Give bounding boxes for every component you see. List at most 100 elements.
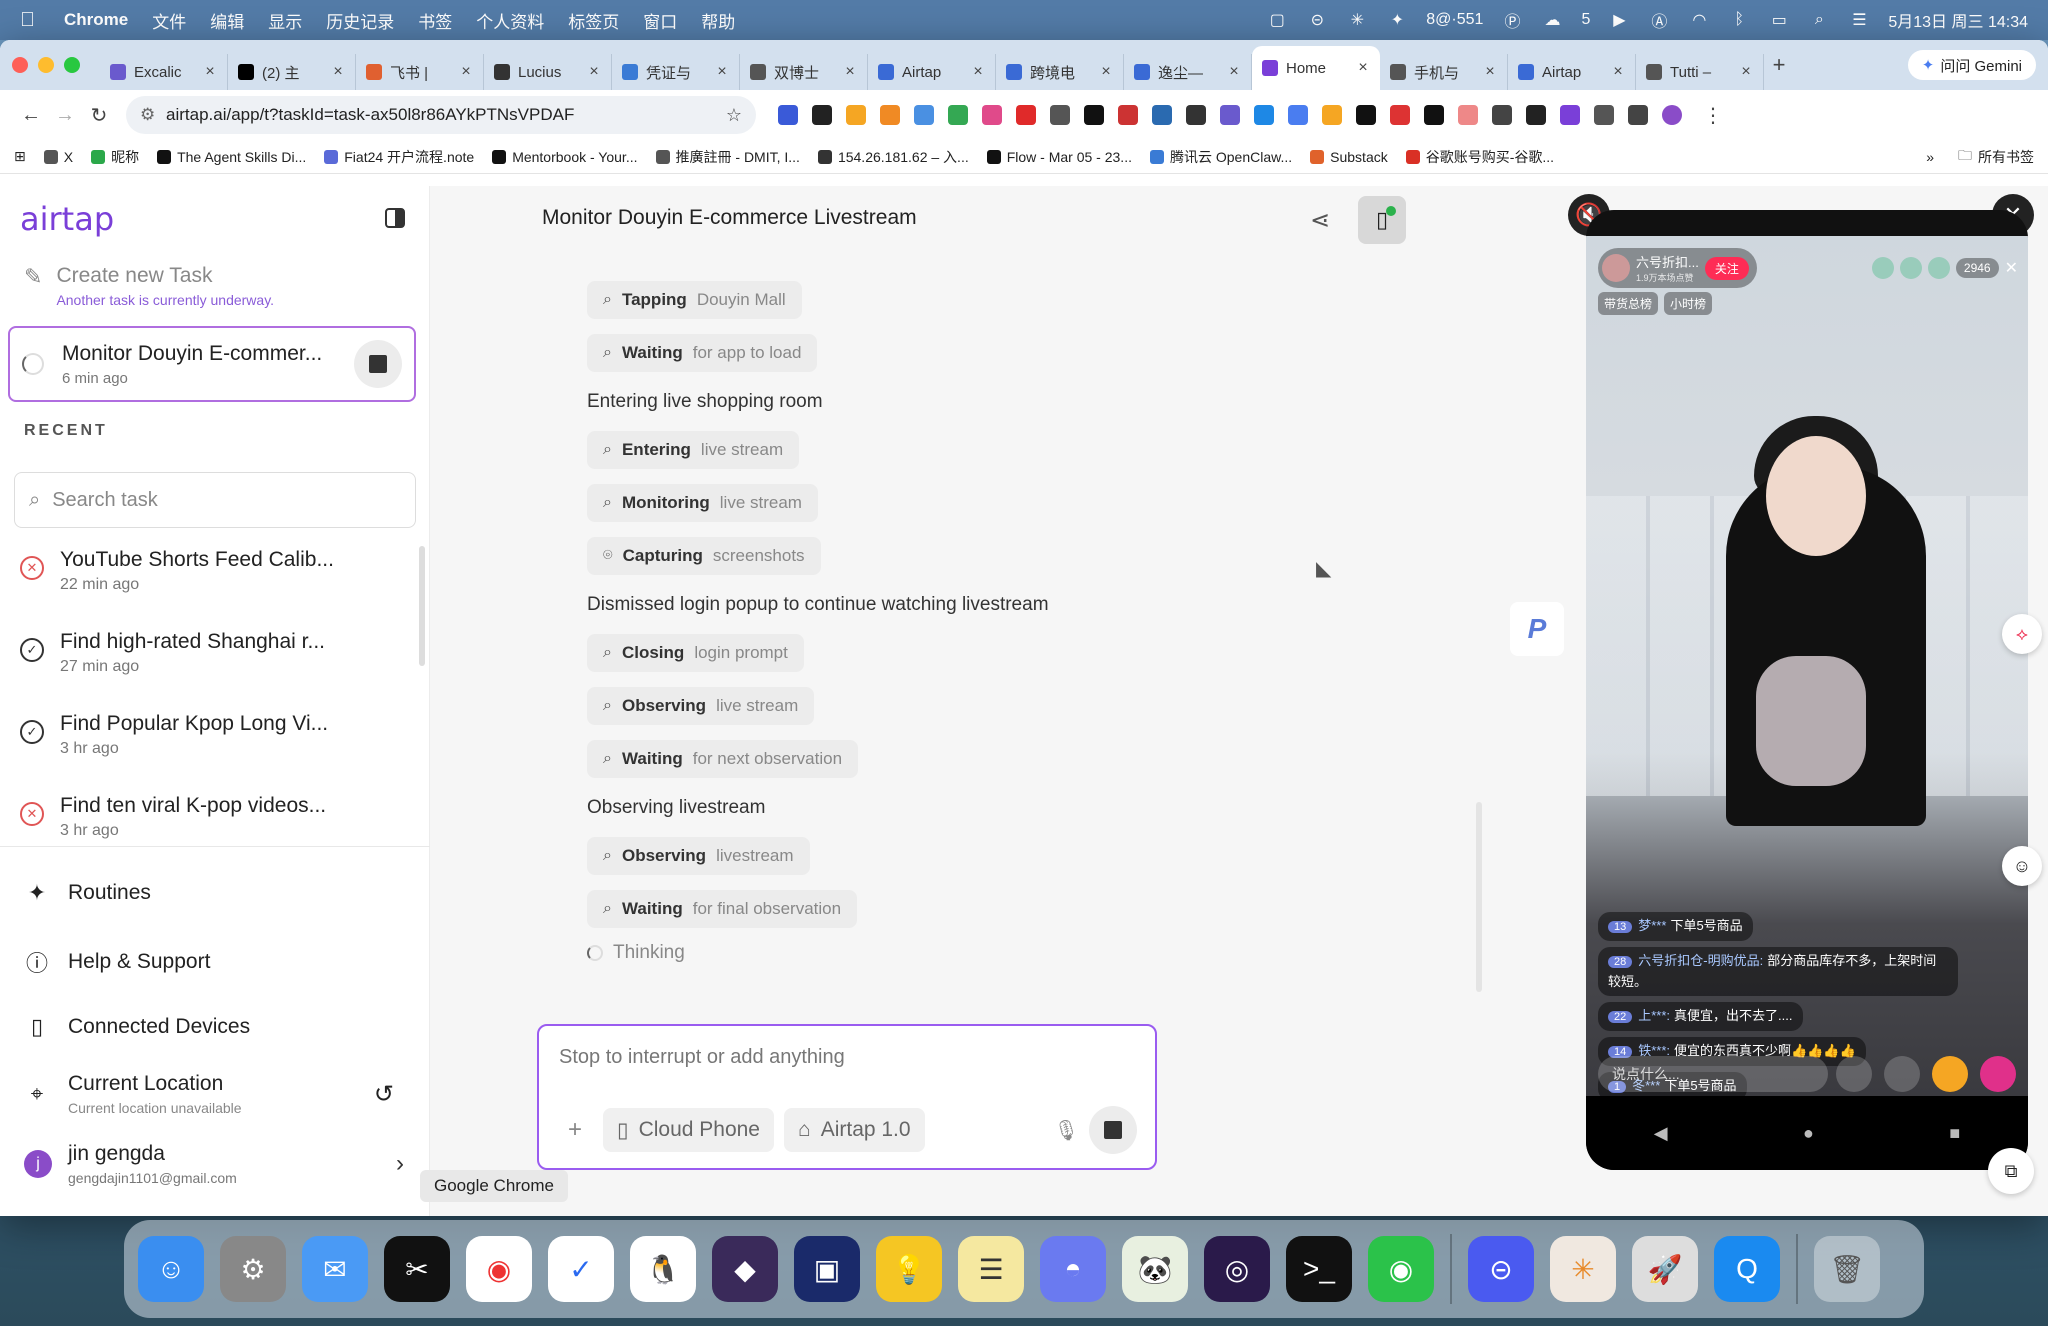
live-comment-input[interactable]: 说点什么... [1598,1056,1828,1092]
notes-icon[interactable]: ☰ [958,1236,1024,1302]
wifi-icon[interactable]: ◠ [1688,11,1710,29]
follow-button[interactable]: 关注 [1704,256,1749,280]
rocket-icon[interactable]: 🚀 [1632,1236,1698,1302]
link-icon[interactable] [1884,1056,1920,1092]
obsidian-icon[interactable]: ◆ [712,1236,778,1302]
bookmark-item[interactable]: 推廣註冊 - DMIT, I... [655,147,800,167]
cloud-phone-screen[interactable]: 六号折扣... 1.9万本场点赞 关注 2946 ✕ 带货总榜 小时榜 13 梦*… [1586,210,2028,1170]
hour-rank-tag[interactable]: 小时榜 [1664,292,1713,315]
share-icon[interactable]: ⋖ [1310,206,1330,235]
wechat-icon[interactable]: ☁ [1541,11,1563,29]
live-comment[interactable]: 28 六号折扣仓-明购优品: 部分商品库存不多，上架时间较短。 [1598,947,1958,996]
remote-desktop-icon[interactable]: ▣ [794,1236,860,1302]
q-app-icon[interactable]: Q [1714,1236,1780,1302]
browser-tab[interactable]: 跨境电 × [996,54,1124,90]
gift-icon[interactable] [1980,1056,2016,1092]
input-method-icon[interactable]: Ⓐ [1648,11,1670,31]
menu-bookmarks[interactable]: 书签 [418,8,452,33]
link-icon[interactable]: ⊝ [1306,11,1328,29]
location-item[interactable]: ⌖ Current Location Current location unav… [24,1072,424,1116]
microphone-icon[interactable]: 🎙 [1054,1118,1079,1143]
bookmark-item[interactable]: 谷歌账号购买-谷歌... [1405,147,1554,167]
extension-icon[interactable] [1356,105,1376,125]
close-tab-icon[interactable]: × [203,63,217,81]
qq-icon[interactable]: 🐧 [630,1236,696,1302]
extension-icon[interactable] [1050,105,1070,125]
control-center-icon[interactable]: ☰ [1848,11,1870,29]
close-tab-icon[interactable]: × [1099,63,1113,81]
back-icon[interactable]: ← [14,104,48,127]
close-tab-icon[interactable]: × [1483,63,1497,81]
p-icon[interactable]: Ⓟ [1501,11,1523,31]
cloud-phone-chip[interactable]: ▯ Cloud Phone [603,1108,774,1152]
stop-task-button[interactable] [354,340,402,388]
spotlight-icon[interactable]: ⌕ [1808,11,1830,29]
menubar-clock[interactable]: 5月13日 周三 14:34 [1888,8,2028,32]
browser-tab[interactable]: (2) 主 × [228,54,356,90]
history-item[interactable]: ✓ Find high-rated Shanghai r... 27 min ago [20,630,420,712]
apps-icon[interactable]: ⊞ [14,148,26,165]
live-comment[interactable]: 22 上***: 真便宜，出不去了.... [1598,1002,1803,1031]
puzzle-icon[interactable] [1594,105,1614,125]
livestream-view[interactable]: 六号折扣... 1.9万本场点赞 关注 2946 ✕ 带货总榜 小时榜 13 梦*… [1586,236,2028,1096]
p-extension-icon[interactable]: P [1510,602,1564,656]
extension-icon[interactable] [880,105,900,125]
wechat-icon[interactable]: ◉ [1368,1236,1434,1302]
bookmark-item[interactable]: Mentorbook - Your... [492,147,638,167]
bookmark-item[interactable]: 昵称 [91,147,139,167]
close-tab-icon[interactable]: × [331,63,345,81]
live-comment[interactable]: 13 梦*** 下单5号商品 [1598,912,1753,941]
log-action-pill[interactable]: ⌕ Monitoring live stream [587,484,818,522]
chat-icon[interactable]: ◓ [1040,1236,1106,1302]
browser-tab[interactable]: 逸尘— × [1124,54,1252,90]
recents-nav-icon[interactable]: ■ [1949,1123,1960,1144]
sparkle-icon[interactable]: ✳ [1346,11,1368,29]
back-nav-icon[interactable]: ◀ [1654,1123,1668,1144]
lark-icon[interactable]: ✓ [548,1236,614,1302]
terminal-icon[interactable]: >_ [1286,1236,1352,1302]
close-tab-icon[interactable]: × [459,63,473,81]
bookmark-item[interactable]: 154.26.181.62 – 入... [817,147,969,167]
log-scrollbar[interactable] [1476,802,1482,992]
notification-count[interactable]: 8@·551 [1426,11,1483,29]
browser-tab[interactable]: Home × [1252,46,1380,90]
stop-generation-button[interactable] [1089,1106,1137,1154]
extension-icon[interactable] [1016,105,1036,125]
extension-icon[interactable] [1526,105,1546,125]
claude-icon[interactable]: ✳ [1550,1236,1616,1302]
extension-icon[interactable] [1560,105,1580,125]
bulb-icon[interactable]: 💡 [876,1236,942,1302]
browser-tab[interactable]: 飞书 | × [356,54,484,90]
log-action-pill[interactable]: ⌕ Waiting for next observation [587,740,859,778]
apple-icon[interactable]:  [20,10,38,30]
menu-profile[interactable]: 个人资料 [476,8,544,33]
attach-icon[interactable]: + [557,1116,593,1144]
close-tab-icon[interactable]: × [1356,59,1370,77]
menu-help[interactable]: 帮助 [701,8,735,33]
current-task-item[interactable]: Monitor Douyin E-commer... 6 min ago [8,326,416,402]
forward-icon[interactable]: → [48,104,82,127]
browser-tab[interactable]: 手机与 × [1380,54,1508,90]
extension-icon[interactable] [914,105,934,125]
assistant-avatar[interactable]: ☺ [2002,846,2042,886]
composer-input[interactable]: Stop to interrupt or add anything [559,1046,1135,1069]
menu-history[interactable]: 历史记录 [326,8,394,33]
menu-tabs[interactable]: 标签页 [568,8,619,33]
site-info-icon[interactable]: ⚙ [140,105,166,125]
browser-tab[interactable]: 凭证与 × [612,54,740,90]
extension-icon[interactable] [778,105,798,125]
viewer-avatar[interactable] [1927,257,1950,279]
extension-icon[interactable] [1492,105,1512,125]
trash-icon[interactable]: 🗑 [1814,1236,1880,1302]
reload-icon[interactable]: ↻ [82,103,116,128]
mail-icon[interactable]: ✉ [302,1236,368,1302]
viewer-count[interactable]: 2946 [1955,258,1999,278]
create-task-button[interactable]: ✎ Create new Task Another task is curren… [24,264,274,308]
emoji-icon[interactable] [1836,1056,1872,1092]
zoom-window-button[interactable] [64,57,80,73]
new-tab-button[interactable]: + [1764,52,1794,78]
bookmark-star-icon[interactable]: ☆ [726,105,742,126]
cart-icon[interactable] [1932,1056,1968,1092]
browser-tab[interactable]: Airtap × [868,54,996,90]
log-action-pill[interactable]: ⌕ Waiting for final observation [587,890,858,928]
